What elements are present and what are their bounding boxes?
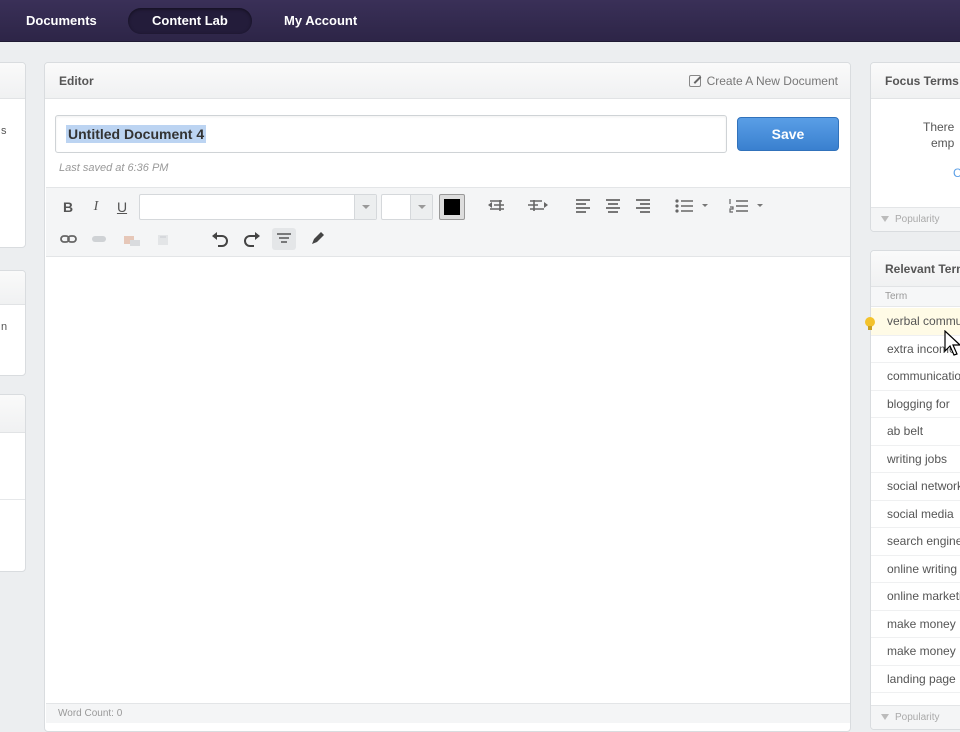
table-icon[interactable] <box>154 232 174 248</box>
term-item[interactable]: make money <box>871 638 960 666</box>
document-title-value: Untitled Document 4 <box>66 125 207 143</box>
left-panel-2: n <box>0 270 26 376</box>
align-center-icon[interactable] <box>604 198 622 214</box>
edit-icon <box>688 75 701 87</box>
left-panel-3 <box>0 394 26 572</box>
editor-content-area[interactable] <box>46 257 850 703</box>
underline-button[interactable]: U <box>114 196 130 218</box>
document-title-input[interactable]: Untitled Document 4 <box>55 115 727 153</box>
editor-title: Editor <box>59 74 94 88</box>
term-item[interactable]: ab belt <box>871 418 960 446</box>
relevant-terms-header: Relevant Terms <box>871 251 960 287</box>
chevron-down-icon <box>354 195 376 219</box>
link-icon[interactable] <box>60 232 78 246</box>
nav-documents[interactable]: Documents <box>12 8 111 34</box>
top-navigation: Documents Content Lab My Account <box>0 0 960 42</box>
term-item[interactable]: social media <box>871 501 960 528</box>
term-item[interactable]: online marketing <box>871 583 960 611</box>
term-item[interactable]: blogging for <box>871 391 960 418</box>
term-item[interactable]: make money <box>871 611 960 638</box>
left-panel-2-header <box>0 271 25 305</box>
term-item[interactable]: writing jobs <box>871 446 960 473</box>
formatting-toolbar: B I U <box>46 187 850 257</box>
rtl-direction-icon[interactable] <box>526 197 550 215</box>
term-item[interactable]: online writing <box>871 556 960 583</box>
left-panel-1: s <box>0 62 26 248</box>
left-panel-1-header <box>0 63 25 99</box>
filter-icon <box>881 216 889 222</box>
create-new-document-label: Create A New Document <box>706 74 838 88</box>
mouse-cursor-icon <box>944 330 960 356</box>
lightbulb-icon <box>865 317 875 330</box>
align-left-icon[interactable] <box>574 198 592 214</box>
font-size-select[interactable] <box>381 194 433 220</box>
last-saved-note: Last saved at 6:36 PM <box>59 162 169 174</box>
create-new-document-link[interactable]: Create A New Document <box>688 63 838 99</box>
ltr-direction-icon[interactable] <box>486 197 510 215</box>
term-item[interactable]: social networking <box>871 473 960 501</box>
redo-icon[interactable] <box>242 230 262 248</box>
focus-terms-line-1: There <box>923 120 955 134</box>
nav-content-lab[interactable]: Content Lab <box>128 8 252 34</box>
term-list: verbal communication extra income commun… <box>871 308 960 693</box>
clean-format-icon[interactable] <box>272 228 296 250</box>
italic-button[interactable]: I <box>88 196 104 218</box>
focus-terms-link[interactable]: C <box>953 165 960 181</box>
word-count: Word Count: 0 <box>46 703 850 723</box>
relevant-popularity-footer: Popularity <box>871 705 960 729</box>
term-column-header: Term <box>871 287 960 307</box>
undo-icon[interactable] <box>210 230 230 248</box>
pen-icon[interactable] <box>308 230 326 248</box>
save-button[interactable]: Save <box>737 117 839 151</box>
left-panel-3-header <box>0 395 25 433</box>
text-color-button[interactable] <box>439 194 465 220</box>
focus-popularity-label: Popularity <box>895 214 940 225</box>
term-item[interactable]: landing page <box>871 666 960 693</box>
term-item[interactable]: search engine <box>871 528 960 556</box>
focus-popularity-footer: Popularity <box>871 207 960 231</box>
term-item[interactable]: communication <box>871 363 960 391</box>
unlink-icon[interactable] <box>90 232 108 246</box>
focus-terms-panel: Focus Terms There emp C Popularity <box>870 62 960 232</box>
nav-my-account[interactable]: My Account <box>270 8 371 34</box>
left-panel-1-text: s <box>1 125 7 137</box>
relevant-popularity-label: Popularity <box>895 712 940 723</box>
bulleted-list-icon[interactable] <box>674 198 714 214</box>
focus-terms-header: Focus Terms <box>871 63 960 99</box>
chevron-down-icon <box>410 195 432 219</box>
left-panel-2-text: n <box>1 321 8 333</box>
font-family-select[interactable] <box>139 194 377 220</box>
editor-header: Editor Create A New Document <box>45 63 850 99</box>
editor-panel: Editor Create A New Document Untitled Do… <box>44 62 851 732</box>
divider <box>0 499 25 500</box>
focus-terms-line-2: emp <box>931 136 955 150</box>
relevant-terms-panel: Relevant Terms Term verbal communication… <box>870 250 960 730</box>
numbered-list-icon[interactable] <box>728 198 768 214</box>
align-right-icon[interactable] <box>634 198 652 214</box>
image-icon[interactable] <box>122 232 142 248</box>
filter-icon <box>881 714 889 720</box>
bold-button[interactable]: B <box>60 196 76 218</box>
